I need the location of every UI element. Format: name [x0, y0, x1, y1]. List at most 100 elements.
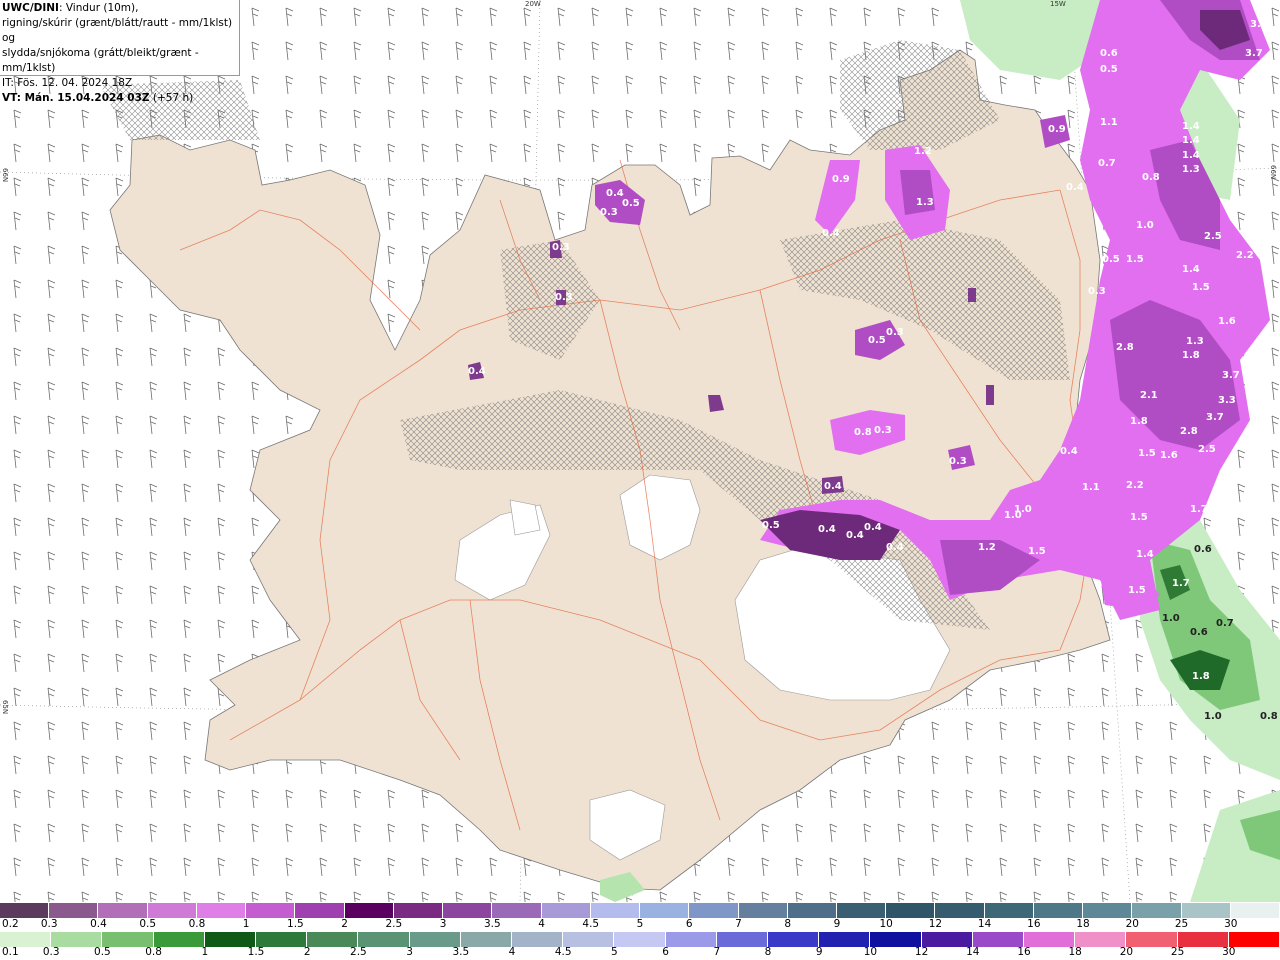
valid-time-line: VT: Mán. 15.04.2024 03Z (+57 h): [2, 91, 237, 106]
colorbar-label: 25: [1170, 946, 1185, 958]
value-label: 1.6: [1218, 316, 1236, 327]
value-label: 0.4: [846, 530, 864, 541]
colorbar-label: 4.5: [582, 918, 600, 930]
value-label: 1.5: [1192, 282, 1210, 293]
value-label: 1.3: [1182, 164, 1200, 175]
value-label: 1.8: [1130, 416, 1148, 427]
value-label: 1.3: [1186, 336, 1204, 347]
value-label: 1.5: [1126, 254, 1144, 265]
value-label: 0.4: [468, 366, 486, 377]
value-label: 0.6: [1190, 627, 1208, 638]
init-time: IT: Fös. 12. 04. 2024 18Z: [2, 77, 133, 89]
value-label: 1.5: [1128, 585, 1146, 596]
colorbar-label: 0.2: [2, 918, 19, 930]
colorbar-swatch: [246, 903, 296, 918]
colorbar-label: 0.3: [42, 946, 60, 958]
colorbar-label: 9: [833, 918, 841, 930]
value-label: 3.7: [1206, 412, 1224, 423]
value-label: 1.1: [1082, 482, 1100, 493]
value-label: 1.4: [1182, 121, 1200, 132]
colorbar-label: 18: [1076, 918, 1090, 930]
colorbar-swatch: [640, 903, 690, 918]
colorbar-label: 30: [1224, 918, 1238, 930]
value-label: 0.6: [1194, 544, 1212, 555]
colorbar-swatch: [870, 932, 922, 947]
colorbar-label: 2.5: [350, 946, 367, 958]
colorbar-swatch: [1230, 903, 1280, 918]
colorbar-label: 1: [242, 918, 250, 930]
colorbar-label: 0.4: [90, 918, 107, 930]
colorbar-label: 0.3: [40, 918, 58, 930]
colorbar-label: 2.5: [385, 918, 403, 930]
value-label: 0.7: [1216, 618, 1234, 629]
colorbar-swatch: [972, 932, 1025, 947]
colorbar-swatch: [665, 932, 717, 947]
colorbar-swatch: [0, 932, 52, 947]
value-label: 0.5: [1100, 64, 1118, 75]
colorbar-label: 16: [1017, 946, 1031, 958]
value-label: 0.9: [832, 174, 850, 185]
value-label: 3.3: [1218, 395, 1236, 406]
colorbar-swatch: [590, 903, 641, 918]
colorbar-label: 8: [784, 918, 792, 930]
colorbar-label: 6: [662, 946, 669, 958]
value-label: 0.3: [552, 242, 570, 253]
value-label: 1.5: [1130, 512, 1148, 523]
colorbar-label: 6: [685, 918, 693, 930]
title-line: UWC/DINI: Vindur (10m),: [2, 1, 237, 16]
colorbar-label: 12: [928, 918, 943, 930]
colorbar-label: 14: [977, 918, 992, 930]
colorbar-swatch: [443, 903, 493, 918]
colorbar-label: 18: [1068, 946, 1082, 958]
value-label: 0.3: [949, 456, 967, 467]
value-label: 0.8: [1142, 172, 1160, 183]
value-label: 1.0: [1204, 711, 1222, 722]
colorbar-swatch: [836, 903, 887, 918]
value-label: 0.4: [886, 542, 904, 553]
colorbar-swatch: [49, 903, 99, 918]
value-label: 0.3: [874, 425, 892, 436]
colorbar-label: 0.1: [2, 946, 19, 958]
colorbar-swatch: [98, 903, 148, 918]
value-label: 2.8: [1180, 426, 1198, 437]
value-label: 0.3: [886, 327, 904, 338]
colorbar-label: 25: [1174, 918, 1189, 930]
colorbar-swatch: [1033, 903, 1084, 918]
colorbar-swatch: [147, 903, 197, 918]
longitude-label: 20W: [525, 0, 541, 8]
colorbar-swatch: [819, 932, 871, 947]
value-label: 1.5: [1028, 546, 1046, 557]
colorbar-swatch: [716, 932, 769, 947]
latitude-label: 65N: [1, 700, 9, 715]
colorbar-swatch: [1024, 932, 1076, 947]
value-label: 3.7: [1245, 48, 1263, 59]
colorbar-swatch: [689, 903, 739, 918]
rain-colorbar-labels: 0.1 0.3 0.5 0.8 1 1.5 2 2.5 3 3.5 4 4.5 5 6 7 8 9 10 12 14 1…: [0, 946, 1280, 960]
value-label: 0.5: [868, 335, 886, 346]
value-label: 0.9: [1048, 124, 1066, 135]
weather-map: 3.4 3.7 0.6 0.5 1.1 1.4 1.4 1.4 1.3 0.9 …: [0, 0, 1280, 902]
colorbar-swatch: [1126, 932, 1178, 947]
colorbar-swatch: [409, 932, 461, 947]
value-label: 0.5: [1102, 254, 1120, 265]
value-label: 2.2: [1236, 250, 1254, 261]
colorbar-swatch: [984, 903, 1034, 918]
latitude-label: 66N: [1269, 165, 1277, 180]
colorbar-swatch: [1228, 932, 1280, 947]
colorbar-swatch: [1075, 932, 1127, 947]
colorbar-swatch: [153, 932, 205, 947]
colorbar-swatch: [886, 903, 936, 918]
value-label: 2.5: [1204, 231, 1222, 242]
colorbar-swatch: [1083, 903, 1133, 918]
value-label: 0.4: [824, 481, 842, 492]
colorbar-swatch: [492, 903, 542, 918]
colorbar-swatch: [787, 903, 837, 918]
value-label: 1.0: [1162, 613, 1180, 624]
value-label: 2.5: [1198, 444, 1216, 455]
colorbar-swatch: [768, 932, 820, 947]
colorbar-label: 3: [439, 918, 447, 930]
value-label: 0.5: [762, 520, 780, 531]
colorbar-swatch: [393, 903, 444, 918]
colorbar-label: 3.5: [452, 946, 470, 958]
value-label: 3.7: [1222, 370, 1240, 381]
